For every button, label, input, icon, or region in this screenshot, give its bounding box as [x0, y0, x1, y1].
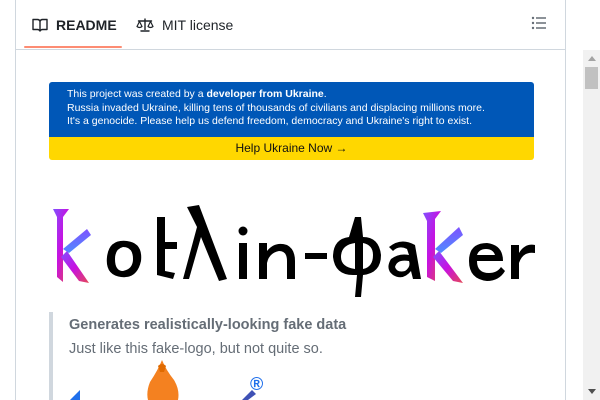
readme-header: README MIT license [16, 0, 565, 50]
tab-license[interactable]: MIT license [136, 0, 233, 49]
active-tab-indicator [24, 46, 122, 48]
book-icon [32, 17, 48, 33]
banner-line-1: This project was created by a developer … [67, 88, 534, 102]
scale-icon [136, 17, 154, 33]
scroll-down-arrow-icon[interactable] [583, 383, 600, 400]
banner-line-1-suffix: . [323, 88, 327, 100]
developer-from-ukraine-link[interactable]: developer from Ukraine [206, 88, 323, 100]
tab-license-label: MIT license [162, 16, 234, 33]
outline-button[interactable] [528, 14, 550, 36]
ukraine-banner: This project was created by a developer … [49, 82, 534, 160]
kotlin-faker-logo[interactable] [49, 187, 535, 297]
ukraine-banner-message: This project was created by a developer … [49, 82, 534, 137]
scrollbar[interactable] [583, 50, 600, 400]
quote-text: Just like this fake-logo, but not quite … [69, 341, 323, 357]
quote-title: Generates realistically-looking fake dat… [69, 317, 347, 333]
scroll-up-arrow-icon[interactable] [583, 50, 600, 67]
help-ukraine-button[interactable]: Help Ukraine Now → [49, 137, 534, 160]
fake-logo-image: ® [66, 360, 286, 400]
list-icon [531, 16, 547, 35]
tab-readme[interactable]: README [32, 0, 117, 49]
banner-line-2: Russia invaded Ukraine, killing tens of … [67, 101, 485, 114]
scrollbar-thumb[interactable] [585, 67, 598, 89]
banner-line-3: It's a genocide. Please help us defend f… [67, 115, 472, 127]
banner-line-1-prefix: This project was created by a [67, 88, 207, 100]
page: README MIT license This project was crea… [0, 0, 600, 400]
registered-mark: ® [250, 374, 263, 394]
tab-readme-label: README [56, 16, 117, 33]
